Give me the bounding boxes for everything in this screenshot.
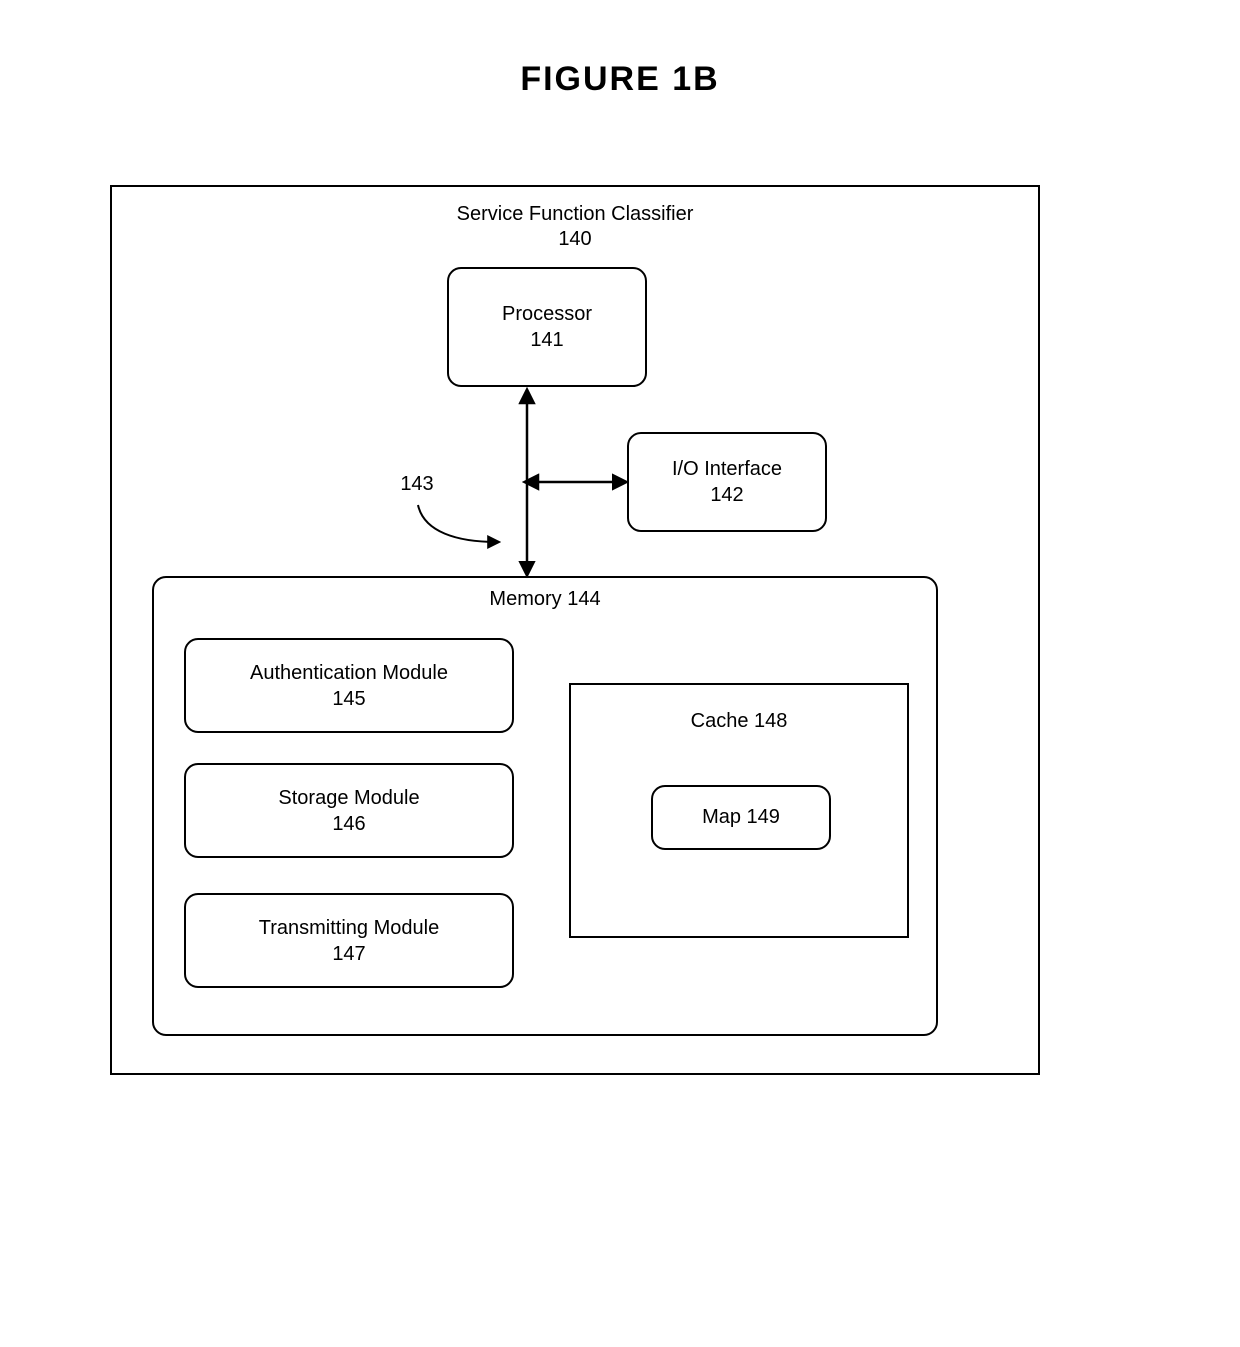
classifier-title-text: Service Function Classifier: [457, 203, 694, 225]
bus-ref-label: 143: [387, 472, 447, 497]
map-box: Map 149: [651, 785, 831, 850]
storage-ref: 146: [332, 811, 365, 837]
auth-label: Authentication Module: [250, 660, 448, 686]
auth-ref: 145: [332, 686, 365, 712]
transmit-ref: 147: [332, 941, 365, 967]
cache-label: Cache 148: [571, 710, 907, 733]
memory-label: Memory 144: [154, 588, 936, 611]
io-ref: 142: [672, 482, 782, 508]
memory-box: Memory 144 Authentication Module 145 Sto…: [152, 576, 938, 1036]
transmitting-module-box: Transmitting Module 147: [184, 893, 514, 988]
io-interface-box: I/O Interface 142: [627, 432, 827, 532]
storage-label: Storage Module: [278, 785, 419, 811]
figure-title: FIGURE 1B: [0, 60, 1240, 99]
classifier-ref: 140: [558, 228, 591, 250]
authentication-module-box: Authentication Module 145: [184, 638, 514, 733]
processor-ref: 141: [502, 327, 592, 353]
map-label: Map 149: [702, 806, 780, 829]
cache-box: Cache 148 Map 149: [569, 683, 909, 938]
classifier-label: Service Function Classifier 140: [112, 202, 1038, 252]
classifier-container: Service Function Classifier 140 Processo…: [110, 185, 1040, 1075]
processor-label: Processor: [502, 301, 592, 327]
processor-box: Processor 141: [447, 267, 647, 387]
transmit-label: Transmitting Module: [259, 915, 439, 941]
storage-module-box: Storage Module 146: [184, 763, 514, 858]
io-label: I/O Interface: [672, 456, 782, 482]
